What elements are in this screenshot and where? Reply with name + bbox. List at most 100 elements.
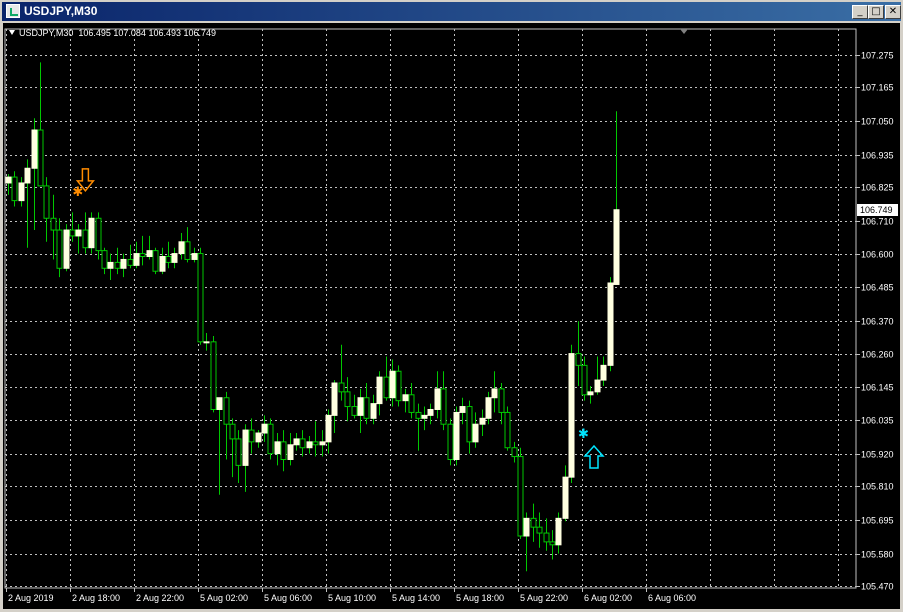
close-button[interactable]: ✕ [885,5,901,19]
time-axis-label: 5 Aug 22:00 [520,593,568,603]
price-axis-label: 106.485 [861,283,894,293]
candle-body [165,256,172,263]
price-axis-label: 107.165 [861,83,894,93]
chart-canvas[interactable]: 107.275 107.165 107.050 106.935 106.825 106.7… [3,23,900,609]
price-axis-label: 106.710 [861,217,894,227]
candle-body [408,394,415,413]
candle-body [504,411,511,449]
candle-body [37,129,44,187]
candle-body [466,406,473,443]
candle-body [312,441,319,446]
candle-body [120,258,127,269]
candle-body [5,176,12,184]
candle-body [415,411,422,419]
time-axis-label: 2 Aug 22:00 [136,593,184,603]
time-axis-label: 5 Aug 10:00 [328,593,376,603]
candle-body [306,441,313,449]
candle-body [479,417,486,425]
candle-body [191,253,198,260]
candle-body [127,258,134,266]
candle-body [203,341,210,344]
candle-body [133,253,140,266]
maximize-icon: □ [871,6,881,17]
candle-body [95,217,102,252]
candle-body [363,397,370,419]
candle-body [267,423,274,455]
candle-body [235,438,242,466]
candle-body [351,406,358,416]
price-axis-label: 105.810 [861,482,894,492]
maximize-button[interactable]: □ [868,5,884,19]
chart-shift-icon [680,29,688,34]
price-axis-label: 107.275 [861,51,894,61]
time-axis-label: 2 Aug 2019 [8,593,54,603]
time-axis-label: 6 Aug 02:00 [584,593,632,603]
candle-body [210,341,217,410]
candle-body [613,209,620,285]
candle-body [88,217,95,249]
candle-body [299,438,306,449]
candle-body [459,406,466,413]
price-axis-label: 106.145 [861,383,894,393]
candle-body [389,370,396,399]
candle-body [594,379,601,393]
candle-body [498,388,505,413]
candle-body [184,241,191,260]
candle-body [331,382,338,416]
candle-body [338,382,345,393]
candle-body [344,391,351,408]
chart-symbol-label: USDJPY,M30 [19,28,74,38]
candle-body [229,423,236,440]
candle-body [146,250,153,258]
candle-body [82,229,89,249]
price-axis-label: 106.935 [861,151,894,161]
dropdown-triangle-icon[interactable] [9,30,15,35]
candle-body [11,176,18,202]
candle-body [607,282,614,366]
candle-body [107,261,114,269]
price-axis-label: 106.260 [861,350,894,360]
candle-body [63,229,70,269]
candle-body [472,423,479,443]
candle-body [274,441,281,455]
candlestick-chart[interactable]: 107.275 107.165 107.050 106.935 106.825 106.7… [3,23,900,609]
candle-body [549,541,556,546]
candle-body [101,250,108,269]
candle-body [293,438,300,446]
candle-body [280,441,287,461]
candle-body [43,185,50,219]
close-icon: ✕ [888,6,898,17]
time-axis-label: 5 Aug 02:00 [200,593,248,603]
time-axis-label: 5 Aug 06:00 [264,593,312,603]
price-axis-label: 105.470 [861,582,894,592]
candle-body [56,229,63,269]
candle-body [376,376,383,405]
candle-body [216,397,223,410]
candle-body [440,388,447,425]
candle-body [555,517,562,546]
minimize-button[interactable]: _ [852,5,868,19]
candle-body [530,517,537,528]
candle-body [587,391,594,396]
title-bar[interactable]: USDJPY,M30 _ □ ✕ [2,2,901,21]
candle-body [319,441,326,446]
candle-body [427,408,434,416]
price-axis-label: 106.600 [861,250,894,260]
candle-body [447,423,454,461]
candle-body [287,444,294,461]
time-axis-label: 6 Aug 06:00 [648,593,696,603]
candle-body [31,129,38,169]
candle-body [357,397,364,416]
candle-body [152,250,159,272]
candle-body [325,414,332,443]
candle-body [69,229,76,237]
candle-body [24,167,31,184]
candle-body [491,388,498,399]
current-price-label: 106.749 [860,205,893,215]
candle-body [18,182,25,202]
candle-body [517,456,524,537]
candle-body [536,526,543,534]
candle-body [402,394,409,402]
candle-body [261,423,268,434]
price-axis-label: 105.580 [861,550,894,560]
